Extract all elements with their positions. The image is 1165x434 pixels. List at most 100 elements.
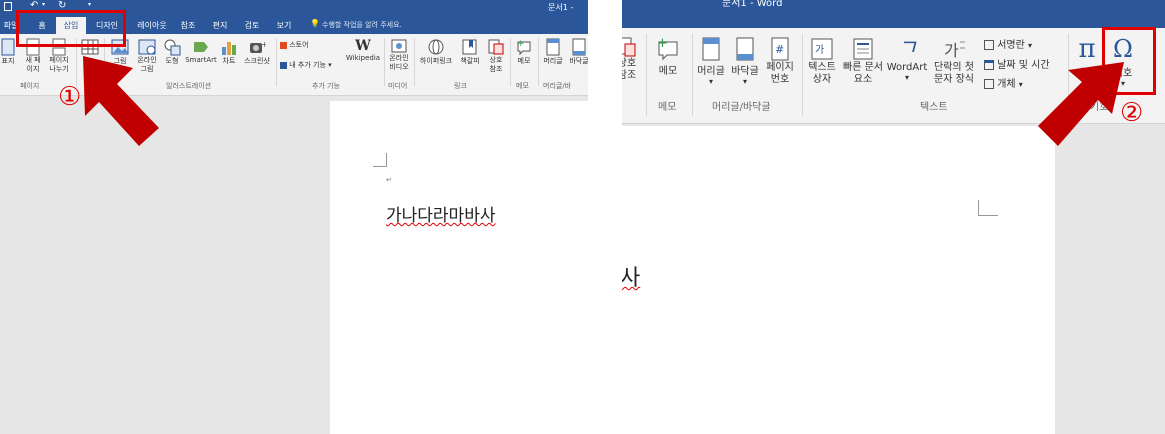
footer-icon bbox=[572, 38, 586, 56]
header-button[interactable]: 머리글 ▾ bbox=[694, 36, 728, 86]
drop-cap-button[interactable]: 가 단락의 첫 문자 장식 bbox=[928, 36, 980, 86]
group-label-header-footer: 머리글/바 bbox=[543, 82, 572, 90]
shapes-icon bbox=[164, 39, 181, 56]
step-number-2: ② bbox=[1120, 98, 1144, 128]
quick-parts-button[interactable]: 빠른 문서 요소 bbox=[840, 36, 886, 86]
page-number-button[interactable]: # 페이지 번호 bbox=[762, 36, 798, 86]
wikipedia-icon: W bbox=[355, 38, 371, 54]
margin-corner-marker bbox=[978, 200, 998, 216]
svg-text:가: 가 bbox=[815, 44, 824, 56]
wordart-button[interactable]: ㄱ WordArt ▾ bbox=[886, 36, 928, 82]
customize-qat-icon[interactable]: ▾ bbox=[88, 1, 91, 8]
signature-line-button[interactable]: 서명란 ▾ bbox=[984, 36, 1064, 51]
cover-page-icon bbox=[1, 38, 15, 56]
my-addins-button[interactable]: 내 추가 기능 ▾ bbox=[280, 60, 344, 70]
cross-reference-icon bbox=[622, 37, 636, 57]
separator bbox=[414, 38, 415, 86]
window-title: 문서1 - Word bbox=[722, 0, 783, 9]
text-box-icon: 가 bbox=[811, 38, 833, 60]
lightbulb-icon: 💡 bbox=[310, 19, 320, 28]
bookmark-button[interactable]: 책갈피 bbox=[456, 38, 484, 66]
quick-parts-icon bbox=[853, 38, 873, 60]
header-icon bbox=[702, 37, 720, 61]
group-label-text: 텍스트 bbox=[920, 102, 948, 113]
right-screenshot: 문서1 - Word 상호 참조 + 메모 머리글 ▾ 바닥글 ▾ # 페이지 … bbox=[622, 0, 1165, 434]
tab-review[interactable]: 검토 bbox=[240, 17, 264, 34]
footer-button[interactable]: 바닥글 bbox=[566, 38, 588, 66]
text-box-button[interactable]: 가 텍스트 상자 bbox=[804, 36, 840, 86]
online-video-button[interactable]: 온라인 비디오 bbox=[386, 38, 412, 72]
comment-icon: + bbox=[657, 36, 678, 61]
document-text: 가나다라마바사 bbox=[386, 206, 496, 226]
comment-icon: + bbox=[517, 39, 531, 56]
wikipedia-button[interactable]: W Wikipedia bbox=[344, 38, 382, 62]
chevron-down-icon: ▾ bbox=[1018, 80, 1023, 89]
separator bbox=[276, 38, 277, 86]
chevron-down-icon: ▾ bbox=[328, 61, 332, 69]
cross-reference-button[interactable]: 상호 참조 bbox=[622, 36, 638, 82]
undo-dropdown-icon[interactable]: ▾ bbox=[42, 1, 45, 8]
tell-me-box[interactable]: 수행할 작업을 알려 주세요. bbox=[322, 20, 402, 30]
page-number-icon: # bbox=[771, 37, 789, 61]
hyperlink-button[interactable]: 하이퍼링크 bbox=[416, 38, 456, 66]
group-label-addins: 추가 기능 bbox=[312, 82, 340, 90]
save-icon[interactable] bbox=[4, 2, 12, 11]
comment-button[interactable]: + 메모 bbox=[512, 38, 536, 66]
bookmark-icon bbox=[462, 39, 477, 55]
chart-icon bbox=[222, 42, 236, 55]
smartart-icon bbox=[194, 42, 208, 52]
margin-corner-marker bbox=[373, 153, 387, 167]
group-label-media: 미디어 bbox=[388, 82, 408, 90]
footer-icon bbox=[736, 37, 754, 61]
svg-text:+: + bbox=[517, 39, 525, 49]
pointer-arrow bbox=[83, 56, 159, 146]
tab-mailings[interactable]: 편지 bbox=[208, 17, 232, 34]
group-label-illustrations: 일러스트레이션 bbox=[166, 82, 212, 90]
svg-text:+: + bbox=[657, 36, 668, 51]
pointer-arrow bbox=[1038, 62, 1124, 146]
chart-button[interactable]: 차트 bbox=[218, 38, 240, 66]
hyperlink-icon bbox=[428, 39, 444, 55]
svg-text:+: + bbox=[261, 40, 266, 49]
online-video-icon bbox=[391, 39, 407, 53]
paragraph-mark: ↵ bbox=[386, 176, 392, 184]
separator bbox=[384, 38, 385, 86]
store-button[interactable]: 스토어 bbox=[280, 40, 320, 50]
image-gap bbox=[588, 0, 622, 434]
screenshot-button[interactable]: + 스크린샷 bbox=[240, 38, 274, 66]
tab-view[interactable]: 보기 bbox=[272, 17, 296, 34]
calendar-icon bbox=[984, 60, 994, 70]
object-icon bbox=[984, 79, 994, 89]
separator bbox=[802, 34, 803, 116]
cross-reference-button[interactable]: 상호 참조 bbox=[484, 38, 508, 74]
separator bbox=[646, 34, 647, 116]
group-label-header-footer: 머리글/바닥글 bbox=[712, 102, 771, 113]
separator bbox=[510, 38, 511, 86]
addins-icon bbox=[280, 61, 287, 69]
group-label-pages: 페이지 bbox=[20, 82, 40, 90]
cross-reference-icon bbox=[488, 39, 504, 55]
document-page[interactable]: ↵ 가나다라마바사 bbox=[330, 101, 588, 434]
separator bbox=[692, 34, 693, 116]
footer-button[interactable]: 바닥글 ▾ bbox=[728, 36, 762, 86]
chevron-down-icon: ▾ bbox=[708, 77, 713, 86]
tab-layout[interactable]: 레이아웃 bbox=[132, 17, 172, 34]
store-icon bbox=[280, 41, 287, 49]
left-screenshot: ↶ ▾ ↻ ▾ 문서1 - Wo 파일 홈 삽입 디자인 레이아웃 참조 편지 … bbox=[0, 0, 588, 434]
svg-text:가: 가 bbox=[944, 41, 959, 60]
smartart-button[interactable]: SmartArt bbox=[184, 38, 218, 64]
header-icon bbox=[546, 38, 560, 56]
header-button[interactable]: 머리글 bbox=[540, 38, 566, 66]
chevron-down-icon: ▾ bbox=[742, 77, 747, 86]
document-text: 사 bbox=[622, 266, 641, 291]
drop-cap-icon: 가 bbox=[944, 41, 965, 60]
group-label-comments: 메모 bbox=[658, 102, 677, 113]
tab-references[interactable]: 참조 bbox=[176, 17, 200, 34]
group-label-comments: 메모 bbox=[516, 82, 529, 90]
document-page[interactable]: 사 bbox=[622, 126, 1055, 434]
separator bbox=[538, 38, 539, 86]
step-number-1: ① bbox=[58, 82, 82, 112]
comment-button[interactable]: + 메모 bbox=[650, 36, 686, 77]
screenshot-icon: + bbox=[250, 40, 266, 53]
cover-page-button[interactable]: 표지 bbox=[0, 38, 16, 66]
